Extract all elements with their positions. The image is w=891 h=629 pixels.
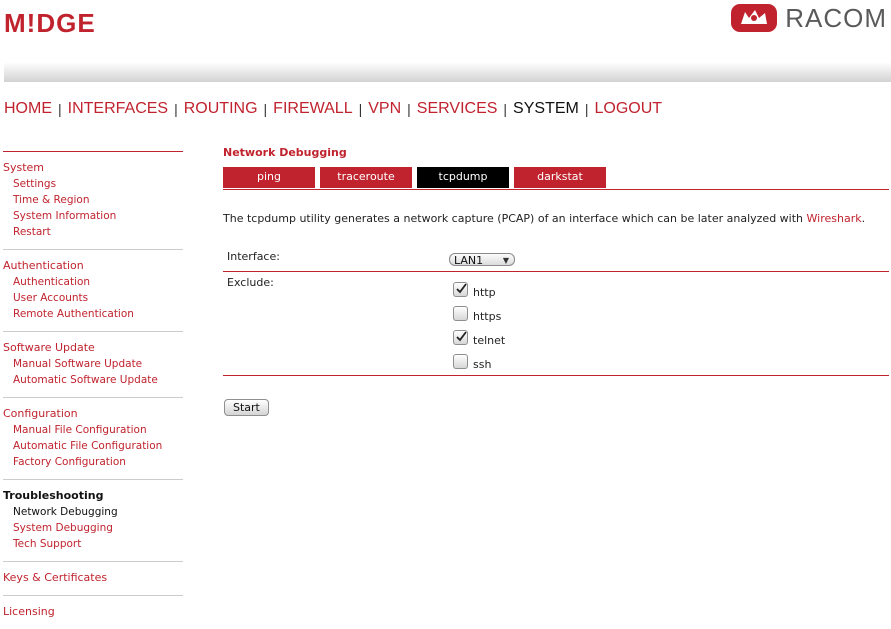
interface-label: Interface: bbox=[227, 250, 280, 263]
nav-services[interactable]: SERVICES bbox=[417, 100, 498, 118]
exclude-option-telnet: telnet bbox=[453, 330, 505, 354]
sidebar-item-system-information[interactable]: System Information bbox=[3, 208, 183, 224]
tab-ping[interactable]: ping bbox=[223, 167, 315, 188]
exclude-http-checkbox[interactable] bbox=[453, 282, 468, 297]
sidebar-head-keys-certificates[interactable]: Keys & Certificates bbox=[3, 570, 183, 586]
nav-system[interactable]: SYSTEM bbox=[513, 100, 579, 118]
sidebar-head-authentication[interactable]: Authentication bbox=[3, 258, 183, 274]
exclude-label: Exclude: bbox=[227, 276, 274, 289]
sidebar-head-troubleshooting[interactable]: Troubleshooting bbox=[3, 488, 183, 504]
sidebar-head-system[interactable]: System bbox=[3, 160, 183, 176]
exclude-option-ssh: ssh bbox=[453, 354, 505, 378]
tcpdump-form: Interface: LAN1 ▼ Exclude: http https te… bbox=[223, 246, 889, 376]
sidebar-item-user-accounts[interactable]: User Accounts bbox=[3, 290, 183, 306]
tab-tcpdump[interactable]: tcpdump bbox=[417, 167, 509, 188]
sidebar-item-network-debugging[interactable]: Network Debugging bbox=[3, 504, 183, 520]
sidebar-item-restart[interactable]: Restart bbox=[3, 224, 183, 240]
exclude-option-http: http bbox=[453, 282, 505, 306]
chevron-down-icon: ▼ bbox=[502, 256, 509, 265]
wireshark-link[interactable]: Wireshark bbox=[807, 212, 862, 225]
exclude-option-https: https bbox=[453, 306, 505, 330]
tab-traceroute[interactable]: traceroute bbox=[320, 167, 412, 188]
sidebar-group-troubleshooting: Troubleshooting Network Debugging System… bbox=[3, 480, 183, 562]
sidebar-item-automatic-software-update[interactable]: Automatic Software Update bbox=[3, 372, 183, 388]
header-gradient-bar bbox=[4, 62, 891, 82]
exclude-ssh-label: ssh bbox=[473, 358, 492, 371]
nav-interfaces[interactable]: INTERFACES bbox=[68, 100, 168, 118]
sidebar-item-settings[interactable]: Settings bbox=[3, 176, 183, 192]
sidebar-group-system: System Settings Time & Region System Inf… bbox=[3, 152, 183, 250]
sidebar-item-time-region[interactable]: Time & Region bbox=[3, 192, 183, 208]
checkmark-icon bbox=[456, 331, 467, 342]
sidebar-group-software-update: Software Update Manual Software Update A… bbox=[3, 332, 183, 398]
nav-separator: | bbox=[503, 101, 508, 117]
racom-wordmark: RACOM bbox=[785, 2, 887, 33]
exclude-https-label: https bbox=[473, 310, 502, 323]
sidebar-item-factory-configuration[interactable]: Factory Configuration bbox=[3, 454, 183, 470]
intro-end: . bbox=[861, 212, 866, 225]
exclude-row: Exclude: http https telnet ssh bbox=[223, 272, 889, 375]
intro-text: The tcpdump utility generates a network … bbox=[223, 212, 804, 225]
exclude-https-checkbox[interactable] bbox=[453, 306, 468, 321]
start-button[interactable]: Start bbox=[224, 399, 269, 416]
main-content: Network Debugging ping traceroute tcpdum… bbox=[223, 146, 889, 416]
nav-separator: | bbox=[58, 101, 62, 117]
sidebar: System Settings Time & Region System Inf… bbox=[3, 151, 183, 629]
tab-bar: ping traceroute tcpdump darkstat bbox=[223, 167, 889, 190]
exclude-http-label: http bbox=[473, 286, 496, 299]
tab-darkstat[interactable]: darkstat bbox=[514, 167, 606, 188]
sidebar-group-configuration: Configuration Manual File Configuration … bbox=[3, 398, 183, 480]
sidebar-head-licensing[interactable]: Licensing bbox=[3, 604, 183, 620]
nav-separator: | bbox=[263, 101, 268, 117]
sidebar-item-remote-authentication[interactable]: Remote Authentication bbox=[3, 306, 183, 322]
nav-firewall[interactable]: FIREWALL bbox=[273, 100, 352, 118]
interface-select[interactable]: LAN1 ▼ bbox=[449, 253, 515, 267]
sidebar-item-authentication[interactable]: Authentication bbox=[3, 274, 183, 290]
sidebar-group-keys-certificates: Keys & Certificates bbox=[3, 562, 183, 596]
nav-vpn[interactable]: VPN bbox=[368, 100, 401, 118]
sidebar-head-configuration[interactable]: Configuration bbox=[3, 406, 183, 422]
nav-logout[interactable]: LOGOUT bbox=[594, 100, 662, 118]
midge-logo: M!DGE bbox=[4, 8, 96, 38]
nav-routing[interactable]: ROUTING bbox=[184, 100, 258, 118]
racom-emblem-icon bbox=[731, 4, 778, 32]
interface-row: Interface: LAN1 ▼ bbox=[223, 246, 889, 272]
exclude-options: http https telnet ssh bbox=[453, 282, 505, 378]
interface-select-value: LAN1 bbox=[454, 254, 484, 267]
sidebar-head-software-update[interactable]: Software Update bbox=[3, 340, 183, 356]
sidebar-item-tech-support[interactable]: Tech Support bbox=[3, 536, 183, 552]
nav-separator: | bbox=[407, 101, 411, 117]
sidebar-group-licensing: Licensing bbox=[3, 596, 183, 629]
sidebar-item-system-debugging[interactable]: System Debugging bbox=[3, 520, 183, 536]
nav-home[interactable]: HOME bbox=[4, 100, 52, 118]
sidebar-item-manual-software-update[interactable]: Manual Software Update bbox=[3, 356, 183, 372]
exclude-telnet-checkbox[interactable] bbox=[453, 330, 468, 345]
exclude-ssh-checkbox[interactable] bbox=[453, 354, 468, 369]
sidebar-item-manual-file-configuration[interactable]: Manual File Configuration bbox=[3, 422, 183, 438]
top-navigation: HOME | INTERFACES | ROUTING | FIREWALL |… bbox=[4, 99, 662, 119]
page-title: Network Debugging bbox=[223, 146, 347, 159]
checkmark-icon bbox=[456, 283, 467, 294]
nav-separator: | bbox=[358, 101, 363, 117]
racom-logo: RACOM bbox=[731, 2, 887, 33]
exclude-telnet-label: telnet bbox=[473, 334, 506, 347]
nav-separator: | bbox=[584, 101, 589, 117]
nav-separator: | bbox=[174, 101, 178, 117]
intro-paragraph: The tcpdump utility generates a network … bbox=[223, 212, 889, 226]
sidebar-item-automatic-file-configuration[interactable]: Automatic File Configuration bbox=[3, 438, 183, 454]
sidebar-group-authentication: Authentication Authentication User Accou… bbox=[3, 250, 183, 332]
